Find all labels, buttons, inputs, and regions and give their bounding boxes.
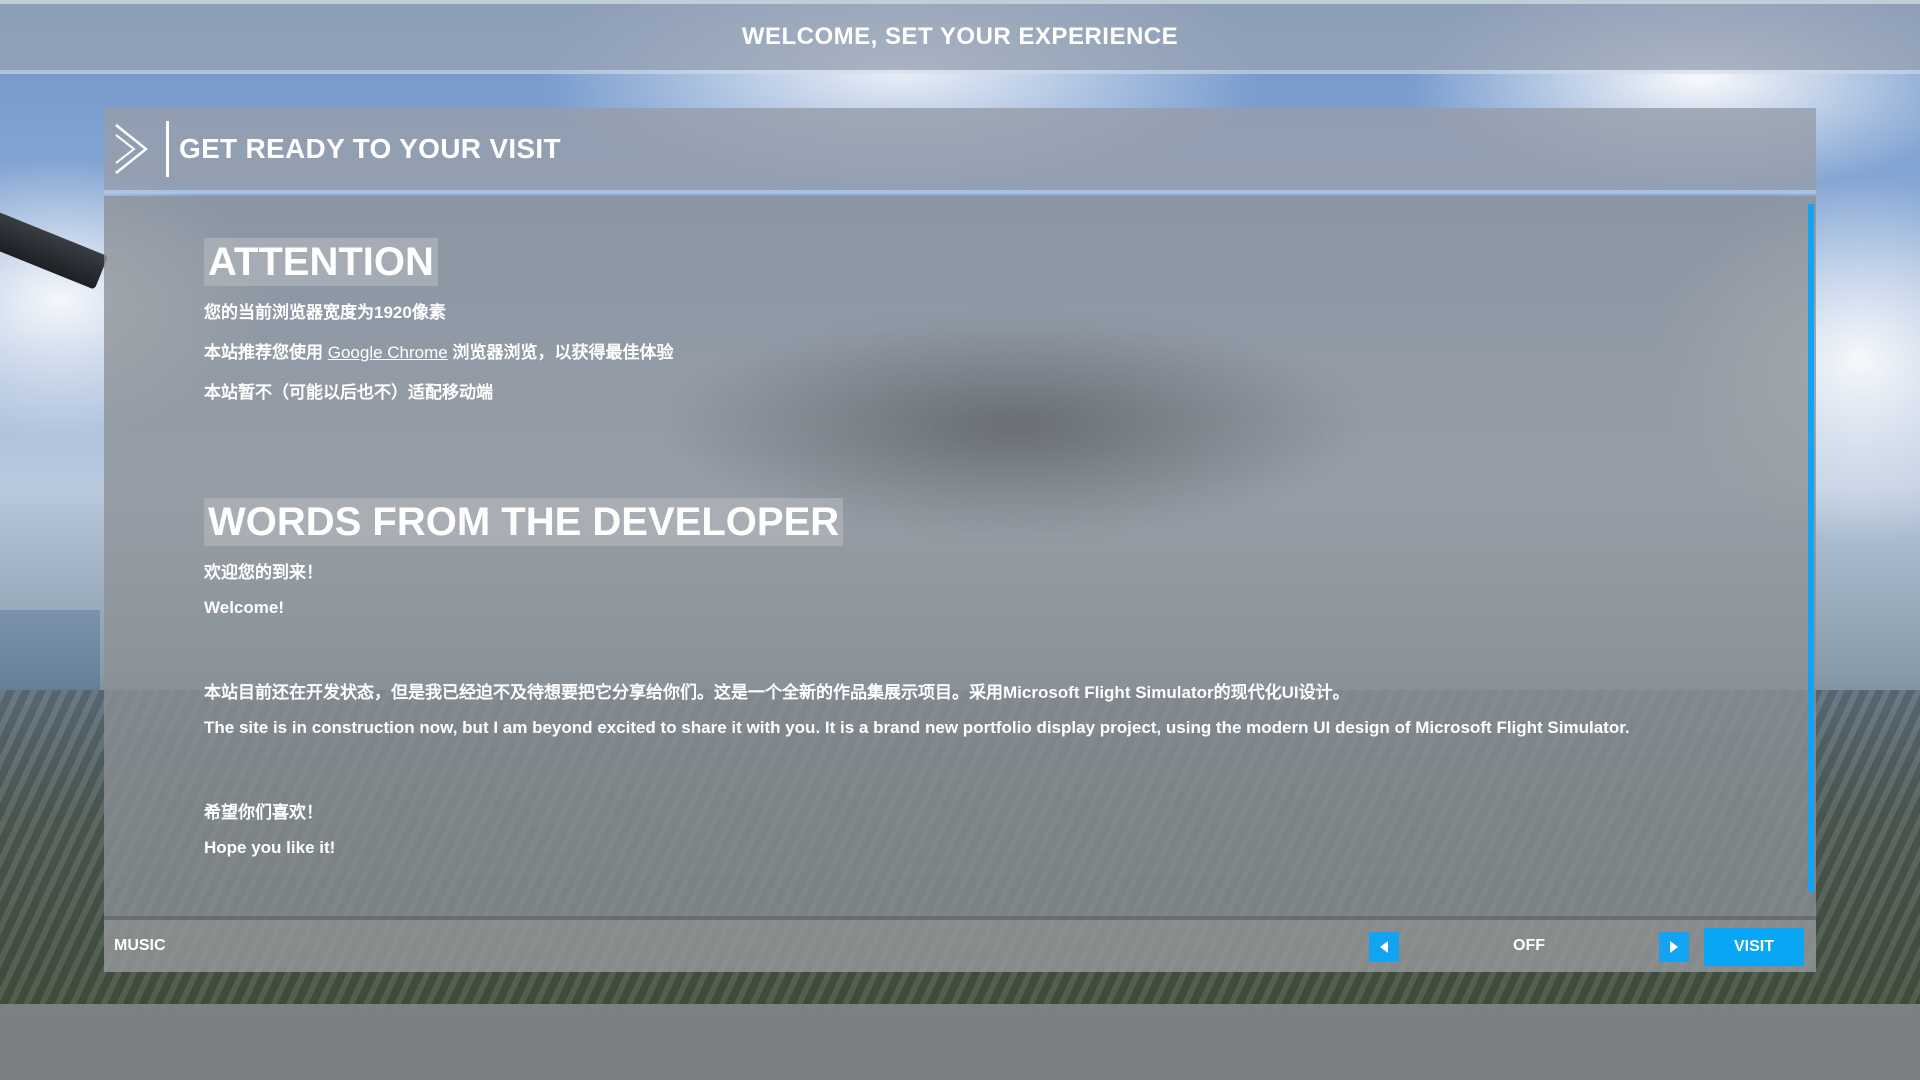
greeting-en: Welcome! — [204, 598, 284, 617]
top-bar-edge — [0, 70, 1920, 74]
developer-heading-wrap: WORDS FROM THE DEVELOPER — [204, 498, 844, 546]
body-text-cn: 本站目前还在开发状态，但是我已经迫不及待想要把它分享给你们。这是一个全新的作品集… — [204, 683, 1350, 702]
music-label: MUSIC — [114, 937, 166, 954]
top-bar: WELCOME, SET YOUR EXPERIENCE — [0, 0, 1920, 70]
attention-line-2-suffix: 浏览器浏览，以获得最佳体验 — [452, 343, 674, 362]
attention-line-1: 您的当前浏览器宽度为1920像素 — [204, 303, 446, 322]
welcome-panel: GET READY TO YOUR VISIT ATTENTION 您的当前浏览… — [104, 108, 1816, 972]
music-value: OFF — [1513, 937, 1545, 954]
header-divider — [166, 121, 169, 177]
bottom-bar — [0, 1004, 1920, 1080]
panel-title: GET READY TO YOUR VISIT — [179, 133, 561, 164]
google-chrome-link[interactable]: Google Chrome — [328, 343, 448, 362]
panel-body[interactable]: ATTENTION 您的当前浏览器宽度为1920像素 本站推荐您使用 Googl… — [104, 196, 1816, 916]
attention-heading: ATTENTION — [204, 238, 438, 286]
panel-header: GET READY TO YOUR VISIT — [104, 108, 1816, 194]
greeting-cn: 欢迎您的到来！ — [204, 563, 323, 582]
hope-en: Hope you like it! — [204, 838, 336, 857]
developer-heading: WORDS FROM THE DEVELOPER — [204, 498, 844, 546]
caret-left-icon — [1380, 941, 1388, 953]
panel-footer: MUSIC OFF VISIT — [104, 916, 1816, 972]
header-accent-line — [104, 190, 1816, 194]
scrollbar[interactable] — [1808, 204, 1814, 892]
visit-button[interactable]: VISIT — [1704, 928, 1804, 966]
attention-line-3: 本站暂不（可能以后也不）适配移动端 — [204, 383, 493, 402]
chevron-right-icon — [112, 121, 166, 177]
attention-line-2-prefix: 本站推荐您使用 — [204, 343, 323, 362]
hope-cn: 希望你们喜欢！ — [204, 803, 323, 822]
attention-line-2: 本站推荐您使用 Google Chrome 浏览器浏览，以获得最佳体验 — [204, 338, 673, 363]
top-bar-title: WELCOME, SET YOUR EXPERIENCE — [741, 23, 1179, 50]
music-next-button[interactable] — [1659, 932, 1689, 962]
caret-right-icon — [1670, 941, 1678, 953]
attention-heading-wrap: ATTENTION — [204, 238, 438, 286]
background-wing — [0, 211, 109, 290]
music-prev-button[interactable] — [1369, 932, 1399, 962]
body-text-en: The site is in construction now, but I a… — [204, 718, 1630, 737]
